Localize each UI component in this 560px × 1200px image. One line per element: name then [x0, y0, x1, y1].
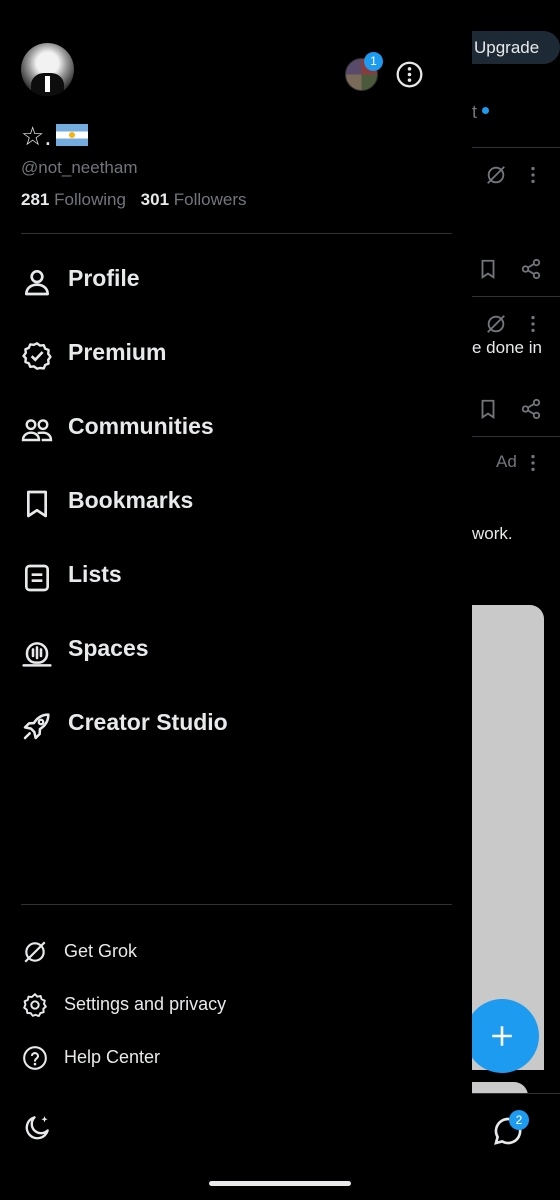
menu-item-label: Get Grok: [64, 941, 138, 961]
grok-icon[interactable]: [485, 164, 507, 186]
list-icon: [25, 564, 49, 592]
grok-icon: [24, 941, 46, 963]
menu-item-get-grok[interactable]: Get Grok: [0, 929, 472, 973]
followers-link[interactable]: 301 Followers: [141, 190, 247, 209]
home-indicator[interactable]: [209, 1181, 351, 1186]
menu-item-label: Settings and privacy: [64, 994, 227, 1014]
verified-badge-icon: [22, 342, 52, 370]
nav-item-profile[interactable]: Profile: [0, 250, 472, 310]
nav-item-creator-studio[interactable]: Creator Studio: [0, 694, 472, 754]
nav-item-communities[interactable]: Communities: [0, 398, 472, 458]
more-icon[interactable]: [526, 313, 540, 335]
display-name-text: ☆.: [21, 121, 52, 151]
share-icon[interactable]: [520, 398, 542, 420]
bookmark-icon[interactable]: [477, 258, 499, 280]
post-text-fragment: e done in: [472, 338, 542, 357]
followers-count: 301: [140, 190, 170, 209]
post-text-fragment: work.: [472, 524, 513, 543]
following-count: 281: [21, 190, 50, 209]
gear-icon: [23, 993, 47, 1018]
communities-icon: [21, 419, 53, 442]
avatar[interactable]: [21, 43, 74, 96]
nav-item-label: Lists: [68, 561, 122, 587]
nav-item-label: Premium: [68, 339, 167, 365]
bookmark-icon[interactable]: [477, 398, 499, 420]
more-options-icon[interactable]: [396, 61, 423, 88]
nav-item-label: Bookmarks: [68, 487, 194, 513]
divider: [472, 436, 560, 437]
help-icon: [23, 1046, 47, 1070]
plus-icon: [492, 1026, 512, 1046]
divider: [472, 147, 560, 148]
account-switcher-badge: 1: [364, 52, 383, 71]
divider: [472, 296, 560, 297]
person-icon: [25, 270, 49, 296]
argentina-flag-icon: [55, 124, 88, 146]
username-handle: @not_neetham: [21, 158, 138, 177]
nav-item-spaces[interactable]: Spaces: [0, 620, 472, 680]
ad-label: Ad: [496, 452, 517, 471]
compose-button[interactable]: [465, 999, 539, 1073]
divider: [21, 904, 452, 905]
tab-fragment[interactable]: t: [472, 102, 477, 123]
following-label: Following: [54, 190, 126, 209]
nav-item-bookmarks[interactable]: Bookmarks: [0, 472, 472, 532]
follow-stats: 281 Following 301 Followers: [21, 190, 247, 210]
display-mode-moon-icon[interactable]: [22, 1113, 52, 1143]
nav-item-premium[interactable]: Premium: [0, 324, 472, 384]
rocket-icon: [23, 713, 50, 740]
unread-dot: [482, 107, 489, 114]
nav-item-label: Creator Studio: [68, 709, 228, 735]
messages-badge: 2: [509, 1110, 529, 1130]
more-icon[interactable]: [526, 164, 540, 186]
spaces-icon: [22, 642, 52, 667]
divider: [21, 233, 452, 234]
display-name[interactable]: ☆.: [21, 121, 88, 151]
followers-label: Followers: [173, 190, 247, 209]
bookmark-icon: [27, 490, 47, 518]
nav-item-label: Profile: [68, 265, 140, 291]
upgrade-button[interactable]: Upgrade: [472, 31, 560, 64]
following-link[interactable]: 281 Following: [21, 190, 126, 209]
grok-icon[interactable]: [485, 313, 507, 335]
nav-item-lists[interactable]: Lists: [0, 546, 472, 606]
menu-item-label: Help Center: [64, 1047, 161, 1067]
more-icon[interactable]: [526, 452, 540, 474]
nav-item-label: Spaces: [68, 635, 149, 661]
share-icon[interactable]: [520, 258, 542, 280]
menu-item-settings-and-privacy[interactable]: Settings and privacy: [0, 982, 472, 1026]
menu-item-help-center[interactable]: Help Center: [0, 1035, 472, 1079]
nav-item-label: Communities: [68, 413, 214, 439]
